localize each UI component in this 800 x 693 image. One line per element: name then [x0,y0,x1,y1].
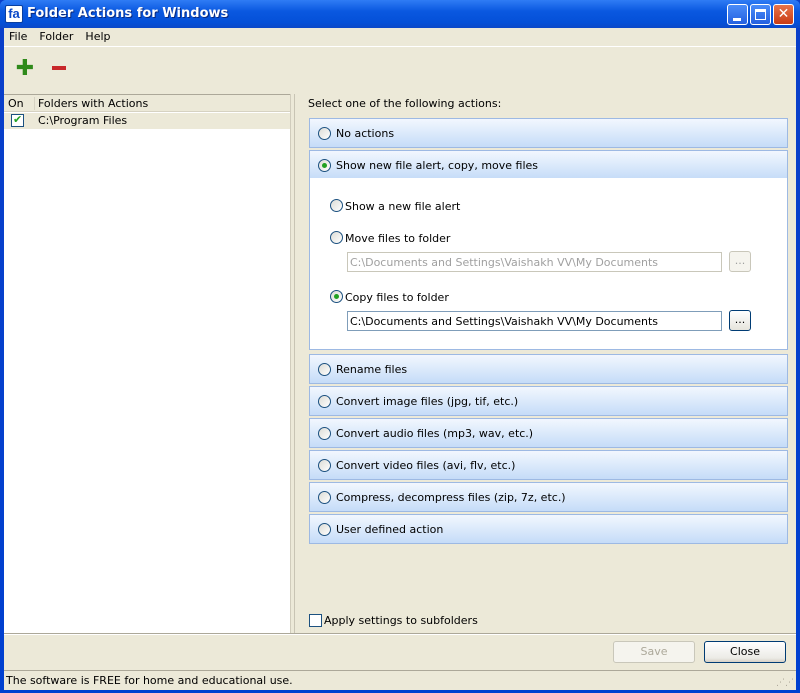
app-window: fa Folder Actions for Windows ✕ File Fol… [0,0,800,693]
actions-prompt: Select one of the following actions: [308,97,502,110]
show-alert-label: Show a new file alert [345,200,461,213]
copy-move-options-panel: Show a new file alert Move files to fold… [309,178,788,350]
copy-files-radio[interactable] [330,290,343,303]
folders-list[interactable]: On Folders with Actions C:\Program Files [4,94,290,633]
radio-button[interactable] [318,427,331,440]
close-window-button[interactable]: ✕ [773,4,794,25]
action-convert-audio[interactable]: Convert audio files (mp3, wav, etc.) [309,418,788,448]
show-alert-radio[interactable] [330,199,343,212]
radio-button[interactable] [318,395,331,408]
action-convert-video[interactable]: Convert video files (avi, flv, etc.) [309,450,788,480]
status-bar: The software is FREE for home and educat… [4,670,796,690]
menu-file[interactable]: File [4,28,34,46]
radio-button[interactable] [318,127,331,140]
move-files-label: Move files to folder [345,232,451,245]
remove-folder-button[interactable] [47,57,71,81]
copy-files-label: Copy files to folder [345,291,449,304]
status-text: The software is FREE for home and educat… [6,674,293,687]
toolbar: ✚ [4,46,796,92]
app-logo: fa [5,5,23,23]
folder-path: C:\Program Files [38,114,128,127]
action-compress[interactable]: Compress, decompress files (zip, 7z, etc… [309,482,788,512]
radio-button[interactable] [318,159,331,172]
menu-help[interactable]: Help [80,28,117,46]
copy-path-input[interactable]: C:\Documents and Settings\Vaishakh VV\My… [347,311,722,331]
action-show-copy-move[interactable]: Show new file alert, copy, move files [309,150,788,180]
subfolders-label: Apply settings to subfolders [324,614,478,627]
folder-enabled-checkbox[interactable] [11,113,24,127]
menu-folder[interactable]: Folder [34,28,80,46]
subfolders-checkbox[interactable] [309,614,322,627]
column-header-folders[interactable]: Folders with Actions [38,97,148,110]
close-icon: ✕ [777,6,790,22]
action-convert-image[interactable]: Convert image files (jpg, tif, etc.) [309,386,788,416]
radio-button[interactable] [318,459,331,472]
save-button[interactable]: Save [613,641,695,663]
radio-button[interactable] [318,491,331,504]
table-row[interactable]: C:\Program Files [4,113,290,129]
move-path-input[interactable]: C:\Documents and Settings\Vaishakh VV\My… [347,252,722,272]
maximize-button[interactable] [750,4,771,25]
close-button[interactable]: Close [704,641,786,663]
resize-grip-icon[interactable]: ⋰⋰ [776,678,794,688]
action-no-actions[interactable]: No actions [309,118,788,148]
plus-icon: ✚ [15,56,35,81]
list-header: On Folders with Actions [4,95,290,112]
window-title: Folder Actions for Windows [27,6,229,21]
move-browse-button[interactable]: ... [729,251,751,272]
add-folder-button[interactable]: ✚ [13,57,37,81]
menu-bar: File Folder Help [4,28,796,46]
list-scrollbar[interactable] [291,94,295,633]
column-header-on[interactable]: On [8,97,24,110]
radio-button[interactable] [318,523,331,536]
radio-button[interactable] [318,363,331,376]
minus-icon [52,66,66,70]
divider [4,633,796,635]
action-user-defined[interactable]: User defined action [309,514,788,544]
title-bar[interactable]: fa Folder Actions for Windows ✕ [0,0,800,28]
minimize-button[interactable] [727,4,748,25]
copy-browse-button[interactable]: ... [729,310,751,331]
maximize-icon [755,9,766,20]
move-files-radio[interactable] [330,231,343,244]
minimize-icon [733,18,741,21]
client-area: File Folder Help ✚ On Folders with Actio… [4,28,796,690]
action-rename[interactable]: Rename files [309,354,788,384]
